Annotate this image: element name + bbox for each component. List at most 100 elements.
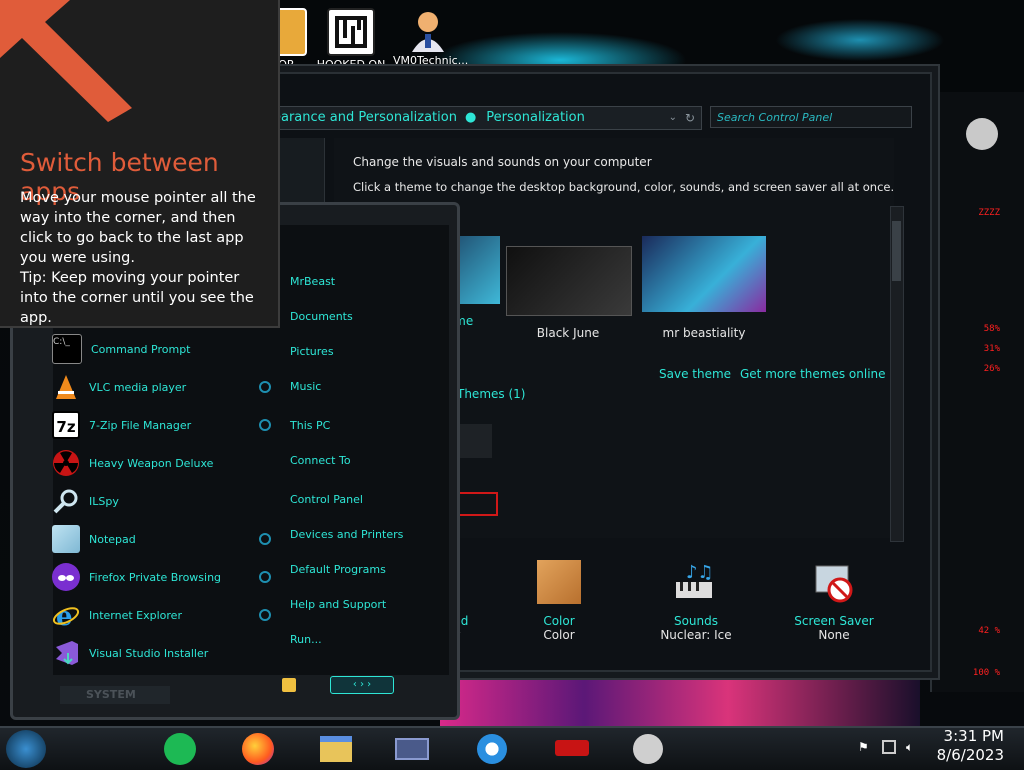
firefox-icon [242,733,274,765]
scrollbar-thumb[interactable] [892,221,901,281]
technician-icon [406,8,450,52]
volume-icon[interactable]: 🔈︎ [906,740,920,754]
game-icon [555,740,589,756]
tip-hint: Tip: Keep moving your pointer into the c… [20,270,254,326]
alien-logo-icon [966,118,998,150]
link-default-programs[interactable]: Default Programs [290,563,386,576]
link-control-panel[interactable]: Control Panel [290,493,363,506]
jump-list-arrow-icon[interactable] [259,533,271,545]
breadcrumb-separator-icon: ● [464,110,477,125]
sounds-setting[interactable]: ♪♫ Sounds Nuclear: Ice [641,560,751,642]
gadget-reading: 31% [983,344,1000,354]
taskbar-app-settings[interactable] [472,730,512,768]
color-setting[interactable]: Color Color [504,560,614,642]
tip-description: Move your mouse pointer all the way into… [20,190,256,266]
address-bar[interactable]: earance and Personalization ● Personalizat… [270,106,702,130]
page-heading: Change the visuals and sounds on your co… [353,155,652,169]
corner-arrow-icon [0,0,132,122]
system-label: SYSTEM [60,686,170,704]
speaker-app-icon [633,734,663,764]
shutdown-options-icon[interactable] [282,678,296,692]
network-icon[interactable] [882,740,896,754]
theme-thumbnail [506,246,632,316]
program-7zip[interactable]: 7z 7-Zip File Manager [52,410,191,440]
desktop-icon-vm0technic[interactable]: VM0Technic... [393,8,468,67]
clock-time: 3:31 PM [943,727,1004,745]
vs-installer-icon [52,639,80,667]
gadget-reading: 58% [983,324,1000,334]
jump-list-arrow-icon[interactable] [259,419,271,431]
taskbar-app-firefox[interactable] [238,730,278,768]
vertical-scrollbar[interactable] [890,206,904,542]
notepad-icon [52,525,80,553]
7zip-icon: 7z [52,411,80,439]
jump-list-arrow-icon[interactable] [259,609,271,621]
page-subheading: Click a theme to change the desktop back… [353,180,895,194]
taskbar-app-control-panel[interactable] [392,730,432,768]
dropdown-chevron-icon[interactable]: ⌄ [669,107,677,129]
gadget-reading: 100 % [972,668,1000,678]
program-heavy-weapon[interactable]: Heavy Weapon Deluxe [52,448,213,478]
theme-item[interactable]: Black June [506,246,632,340]
sounds-icon: ♪♫ [672,560,720,608]
taskbar-app-media[interactable] [628,730,668,768]
clock[interactable]: 3:31 PM 8/6/2023 [937,727,1004,765]
terminal-icon: C:\_ [52,334,82,364]
get-more-themes-link[interactable]: Get more themes online [740,367,886,381]
refresh-icon[interactable]: ↻ [685,107,695,129]
theme-thumbnail [642,236,766,312]
maze-icon [327,8,375,56]
link-run[interactable]: Run... [290,633,322,646]
link-connect-to[interactable]: Connect To [290,454,351,467]
theme-item[interactable]: mr beastiality [642,236,766,340]
search-input[interactable]: Search Control Panel [710,106,912,128]
clock-date: 8/6/2023 [936,746,1004,764]
radiation-icon [52,449,80,477]
start-button[interactable] [6,730,46,768]
svg-text:e: e [56,602,73,629]
breadcrumb-personalization[interactable]: Personalization [486,110,585,125]
link-this-pc[interactable]: This PC [290,419,330,432]
ilspy-icon [52,487,80,515]
action-center-flag-icon[interactable]: ⚑ [858,740,872,754]
chat-app-icon [164,733,196,765]
program-notepad[interactable]: Notepad [52,524,136,554]
file-explorer-icon [320,736,352,762]
program-vlc[interactable]: VLC media player [52,372,186,402]
jump-list-arrow-icon[interactable] [259,571,271,583]
vlc-icon [52,373,80,401]
link-help-support[interactable]: Help and Support [290,598,386,611]
system-monitor-gadget: ZZZZ 58% 31% 26% 42 % 100 % [930,92,1024,692]
link-devices-printers[interactable]: Devices and Printers [290,528,403,541]
link-pictures[interactable]: Pictures [290,345,334,358]
switch-apps-tip: Switch between apps Move your mouse poin… [0,0,280,328]
program-command-prompt[interactable]: C:\_ Command Prompt [52,334,191,364]
link-documents[interactable]: Documents [290,310,353,323]
gadget-reading: 42 % [978,626,1000,636]
power-arrows-icon[interactable]: ‹ › › [330,676,394,694]
program-ilspy[interactable]: ILSpy [52,486,119,516]
screen-saver-icon [810,560,858,608]
taskbar-app-chat[interactable] [160,730,200,768]
taskbar-app-explorer[interactable] [316,730,356,768]
program-vs-installer[interactable]: Visual Studio Installer [52,638,208,668]
link-user-folder[interactable]: MrBeast [290,275,335,288]
taskbar-app-game[interactable] [552,730,592,768]
firefox-private-icon [52,563,80,591]
save-theme-link[interactable]: Save theme [659,367,731,381]
svg-text:♪♫: ♪♫ [686,562,714,583]
link-music[interactable]: Music [290,380,321,393]
brightness-icon [477,734,507,764]
color-swatch-icon [537,560,581,604]
jump-list-arrow-icon[interactable] [259,381,271,393]
installed-themes-heading: Themes (1) [457,387,526,401]
program-firefox-private[interactable]: Firefox Private Browsing [52,562,221,592]
gadget-label: ZZZZ [978,208,1000,218]
control-panel-icon [395,738,429,760]
program-internet-explorer[interactable]: e Internet Explorer [52,600,182,632]
screen-saver-setting[interactable]: Screen Saver None [779,560,889,642]
breadcrumb-appearance[interactable]: earance and Personalization [273,110,457,125]
desktop-icon-hooked-on[interactable]: HOOKED ON [316,8,386,71]
gadget-reading: 26% [983,364,1000,374]
ie-icon: e [52,601,80,632]
